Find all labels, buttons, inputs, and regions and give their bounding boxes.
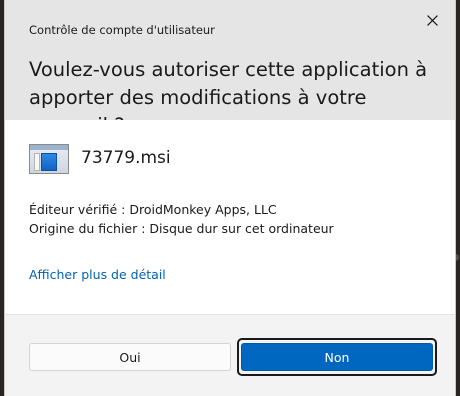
dialog-caption: Contrôle de compte d'utilisateur	[29, 23, 215, 37]
dialog-body: 73779.msi Éditeur vérifié : DroidMonkey …	[5, 120, 455, 314]
dialog-footer: Oui Non	[5, 314, 455, 396]
uac-dialog: Contrôle de compte d'utilisateur Voulez-…	[4, 0, 456, 396]
show-more-details-link[interactable]: Afficher plus de détail	[29, 267, 166, 282]
close-button[interactable]	[409, 0, 455, 40]
dialog-header: Contrôle de compte d'utilisateur Voulez-…	[5, 0, 455, 137]
close-icon	[426, 14, 438, 26]
program-filename: 73779.msi	[81, 148, 171, 168]
yes-button[interactable]: Oui	[29, 343, 231, 371]
file-origin-text: Origine du fichier : Disque dur sur cet …	[29, 221, 334, 236]
publisher-text: Éditeur vérifié : DroidMonkey Apps, LLC	[29, 202, 277, 217]
no-button[interactable]: Non	[241, 343, 433, 371]
installer-package-icon	[29, 144, 69, 174]
